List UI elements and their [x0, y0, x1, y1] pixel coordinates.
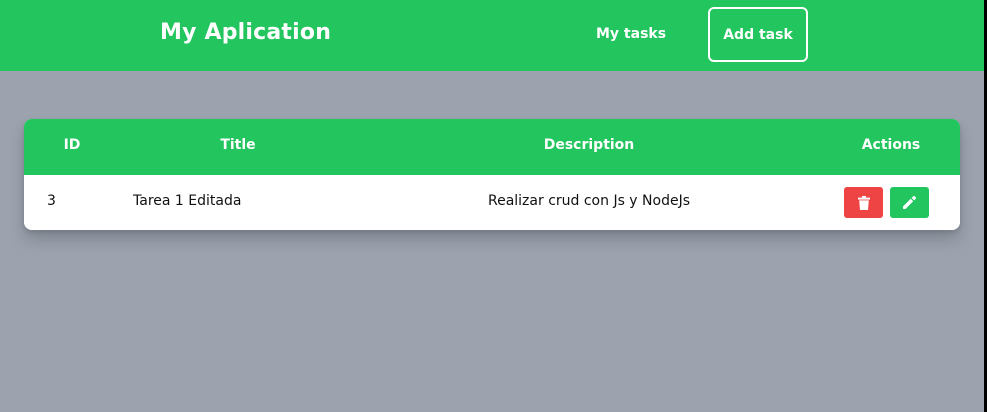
column-header-actions: Actions [861, 137, 921, 153]
delete-task-button[interactable] [844, 187, 883, 218]
task-title: Tarea 1 Editada [133, 193, 242, 209]
table-header: ID Title Description Actions [24, 119, 960, 175]
column-header-description: Description [543, 137, 635, 153]
task-description: Realizar crud con Js y NodeJs [487, 193, 691, 209]
navbar: My Aplication My tasks Add task [0, 0, 984, 71]
column-header-title: Title [220, 137, 256, 153]
task-id: 3 [47, 193, 56, 209]
table-row: 3 Tarea 1 Editada Realizar crud con Js y… [24, 175, 960, 230]
edit-task-button[interactable] [890, 187, 929, 218]
add-task-button[interactable]: Add task [708, 7, 808, 62]
app-brand[interactable]: My Aplication [160, 20, 331, 45]
tasks-table: ID Title Description Actions 3 Tarea 1 E… [24, 119, 960, 230]
pencil-icon [903, 195, 917, 209]
trash-icon [857, 195, 870, 210]
column-header-id: ID [63, 137, 81, 153]
nav-link-my-tasks[interactable]: My tasks [596, 26, 666, 42]
